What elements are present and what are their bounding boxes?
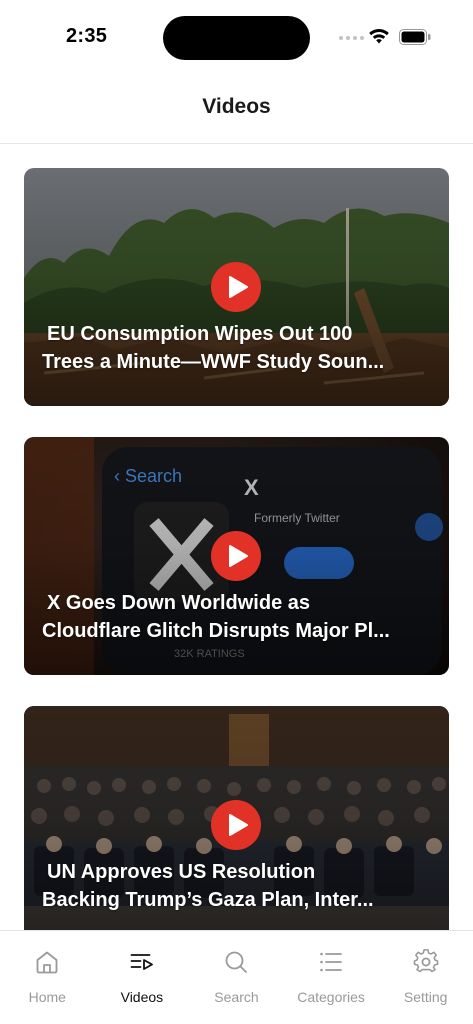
video-card[interactable]: ‹ Search X Formerly Twitter 32K RATINGS …	[24, 437, 449, 675]
tab-videos[interactable]: Videos	[95, 931, 190, 1024]
tab-setting[interactable]: Setting	[378, 931, 473, 1024]
cellular-signal-icon	[339, 36, 364, 40]
tab-categories[interactable]: Categories	[284, 931, 379, 1024]
tab-label: Home	[28, 989, 66, 1005]
video-title: X Goes Down Worldwide as Cloudflare Glit…	[42, 592, 390, 642]
tab-search[interactable]: Search	[189, 931, 284, 1024]
home-icon	[36, 951, 58, 974]
gear-icon	[413, 949, 438, 973]
video-feed[interactable]: EU Consumption Wipes Out 100 Trees a Min…	[0, 144, 473, 930]
status-time: 2:35	[66, 25, 108, 47]
tab-label: Search	[214, 989, 259, 1005]
battery-icon	[399, 29, 431, 45]
status-bar: 2:35	[0, 0, 473, 76]
tab-label: Setting	[403, 989, 448, 1005]
play-button[interactable]	[211, 262, 261, 312]
tab-home[interactable]: Home	[0, 931, 95, 1024]
play-icon	[228, 276, 248, 298]
wifi-icon	[369, 28, 389, 44]
play-button[interactable]	[211, 800, 261, 850]
video-title: EU Consumption Wipes Out 100 Trees a Min…	[42, 323, 385, 373]
tab-label: Categories	[297, 989, 365, 1005]
video-title: UN Approves US Resolution Backing Trump’…	[42, 861, 374, 911]
dynamic-island	[163, 16, 310, 60]
search-icon	[226, 951, 248, 973]
play-button[interactable]	[211, 531, 261, 581]
page-title: Videos	[202, 95, 271, 118]
page-header: Videos	[0, 76, 473, 144]
videos-icon	[130, 954, 153, 970]
bottom-tab-bar: Home Videos Search Categories Setting	[0, 930, 473, 1024]
play-icon	[228, 814, 248, 836]
video-card[interactable]: EU Consumption Wipes Out 100 Trees a Min…	[24, 168, 449, 406]
categories-icon	[320, 952, 342, 972]
tab-label: Videos	[120, 989, 164, 1005]
video-card[interactable]: UN Approves US Resolution Backing Trump’…	[24, 706, 449, 930]
play-icon	[228, 545, 248, 567]
